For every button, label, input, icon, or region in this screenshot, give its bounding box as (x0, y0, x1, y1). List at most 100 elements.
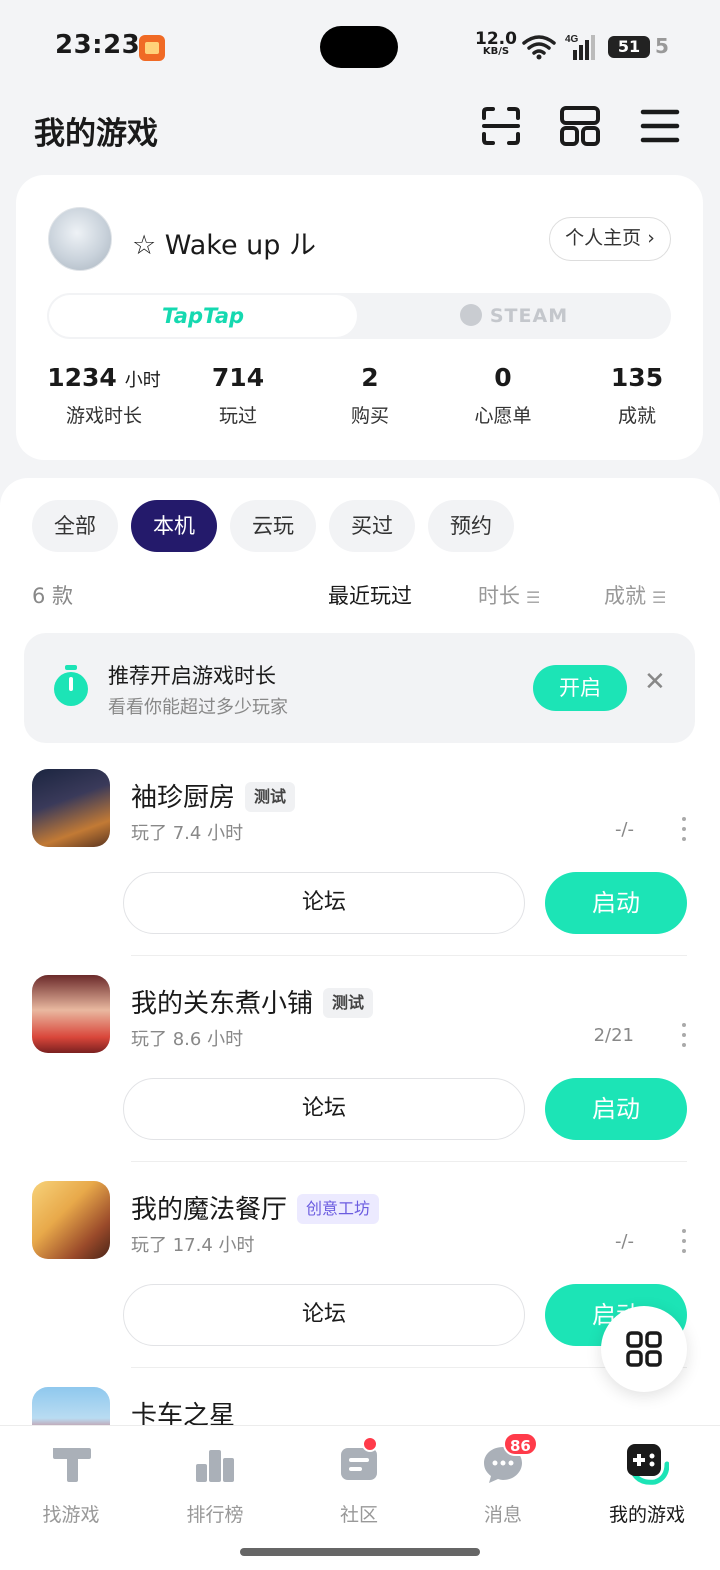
play-time: 玩了 8.6 小时 (131, 1029, 244, 1050)
app-notification-icon (139, 35, 165, 61)
battery-secondary: 5 (655, 34, 669, 58)
nav-my-games[interactable]: 我的游戏 (587, 1442, 707, 1527)
sort-achievements-label: 成就 (604, 584, 646, 608)
stat-value: 1234 (47, 363, 117, 392)
filter-chip-bought[interactable]: 买过 (329, 500, 415, 552)
nav-community[interactable]: 社区 (299, 1436, 419, 1527)
sort-order-icon: ☰ (526, 588, 541, 607)
test-tag: 测试 (245, 782, 296, 812)
stat-label: 玩过 (218, 405, 257, 427)
game-icon-oden-shop[interactable] (32, 975, 110, 1053)
stat-value: 0 (494, 363, 512, 392)
banner-subtitle: 看看你能超过多少玩家 (108, 697, 288, 718)
sort-order-icon: ☰ (652, 588, 667, 607)
status-bar: 23:23 12.0 KB/S 4G 51 5 (0, 0, 720, 92)
divider (131, 955, 687, 956)
network-speed: 12.0 KB/S (475, 31, 517, 58)
forum-button[interactable]: 论坛 (123, 1284, 525, 1346)
stat-unit: 小时 (124, 370, 161, 391)
taptap-icon (53, 1448, 91, 1482)
network-type-label: 4G (565, 34, 579, 45)
forum-button[interactable]: 论坛 (123, 1078, 525, 1140)
platform-steam-tab[interactable]: STEAM (359, 295, 669, 337)
filter-chip-reserved[interactable]: 预约 (428, 500, 514, 552)
game-title-text: 我的关东煮小铺 (131, 989, 314, 1019)
game-title-text: 袖珍厨房 (131, 783, 236, 813)
menu-icon[interactable] (638, 104, 682, 148)
quick-menu-fab[interactable] (601, 1306, 687, 1392)
game-title[interactable]: 袖珍厨房 测试 (131, 777, 296, 814)
filter-chip-local[interactable]: 本机 (131, 500, 217, 552)
profile-card: ☆ Wake up ル 个人主页 › TapTap STEAM 1234 小时 游… (16, 175, 703, 460)
bottom-nav: 找游戏 排行榜 社区 86 消息 我的游戏 (0, 1425, 720, 1570)
game-item: 袖珍厨房 测试 玩了 7.4 小时 -/- 论坛 启动 (0, 769, 720, 975)
game-title[interactable]: 我的魔法餐厅 创意工坊 (131, 1189, 380, 1226)
nav-label: 消息 (483, 1504, 522, 1526)
status-time: 23:23 (55, 30, 141, 60)
more-options-icon[interactable] (680, 1023, 688, 1047)
launch-button[interactable]: 启动 (545, 872, 687, 934)
platform-taptap-tab[interactable]: TapTap (49, 295, 357, 337)
username: ☆ Wake up ル (132, 230, 317, 261)
nav-find-games[interactable]: 找游戏 (11, 1442, 131, 1527)
enable-playtime-button[interactable]: 开启 (533, 665, 627, 711)
stat-value: 2 (361, 363, 379, 392)
game-icon-pocket-kitchen[interactable] (32, 769, 110, 847)
nav-label: 社区 (339, 1504, 378, 1526)
banner-title: 推荐开启游戏时长 (108, 664, 276, 688)
home-indicator[interactable] (240, 1548, 480, 1556)
stopwatch-icon (54, 665, 88, 706)
nav-messages[interactable]: 86 消息 (443, 1432, 563, 1527)
community-icon-wrap (337, 1436, 381, 1486)
stat-played[interactable]: 714 玩过 (173, 363, 303, 428)
avatar[interactable] (48, 207, 112, 271)
test-tag: 测试 (323, 988, 374, 1018)
stat-value: 714 (211, 363, 265, 392)
nav-rankings[interactable]: 排行榜 (155, 1442, 275, 1527)
stat-label: 成就 (617, 405, 656, 427)
filter-chip-all[interactable]: 全部 (32, 500, 118, 552)
layout-grid-icon[interactable] (558, 104, 602, 148)
platform-steam-label: STEAM (489, 305, 569, 327)
sort-achievements[interactable]: 成就 ☰ (604, 580, 666, 610)
stat-wishlist[interactable]: 0 心愿单 (438, 363, 568, 428)
play-time: 玩了 17.4 小时 (131, 1235, 255, 1256)
cellular-signal-icon: 4G (565, 34, 595, 60)
game-icon-magic-restaurant[interactable] (32, 1181, 110, 1259)
stat-label: 心愿单 (474, 405, 532, 427)
achievement-progress: -/- (614, 1231, 634, 1252)
scan-icon[interactable] (479, 104, 523, 148)
unread-count-badge: 86 (503, 1432, 538, 1456)
new-activity-dot (362, 1436, 378, 1452)
stat-purchased[interactable]: 2 购买 (305, 363, 435, 428)
nav-label: 排行榜 (186, 1504, 244, 1526)
sort-duration-label: 时长 (478, 584, 520, 608)
sort-recent[interactable]: 最近玩过 (328, 580, 412, 610)
steam-icon (459, 304, 482, 326)
game-title[interactable]: 我的关东煮小铺 测试 (131, 983, 374, 1020)
homepage-button[interactable]: 个人主页 › (549, 217, 671, 261)
forum-button[interactable]: 论坛 (123, 872, 525, 934)
filter-chip-cloud[interactable]: 云玩 (230, 500, 316, 552)
stat-play-time[interactable]: 1234 小时 游戏时长 (39, 363, 169, 428)
gamepad-icon (627, 1444, 669, 1485)
play-time: 玩了 7.4 小时 (131, 823, 244, 844)
ranking-icon (196, 1450, 234, 1482)
game-list-panel: 全部 本机 云玩 买过 预约 6 款 最近玩过 时长 ☰ 成就 ☰ 推荐开启游戏时长… (0, 478, 720, 1438)
wifi-icon (522, 35, 556, 60)
message-icon-wrap: 86 (481, 1432, 538, 1486)
nav-label: 找游戏 (42, 1504, 100, 1526)
creative-workshop-tag: 创意工坊 (297, 1194, 380, 1224)
game-title-text: 我的魔法餐厅 (131, 1195, 288, 1225)
stat-achievements[interactable]: 135 成就 (572, 363, 702, 428)
achievement-progress: 2/21 (593, 1025, 634, 1046)
playtime-banner: 推荐开启游戏时长 看看你能超过多少玩家 开启 ✕ (24, 633, 695, 743)
game-count: 6 款 (32, 584, 74, 608)
more-options-icon[interactable] (680, 1229, 688, 1253)
stat-label: 购买 (350, 405, 389, 427)
more-options-icon[interactable] (680, 817, 688, 841)
sort-duration[interactable]: 时长 ☰ (478, 580, 540, 610)
platform-toggle: TapTap STEAM (47, 293, 671, 339)
close-icon[interactable]: ✕ (644, 667, 666, 697)
launch-button[interactable]: 启动 (545, 1078, 687, 1140)
